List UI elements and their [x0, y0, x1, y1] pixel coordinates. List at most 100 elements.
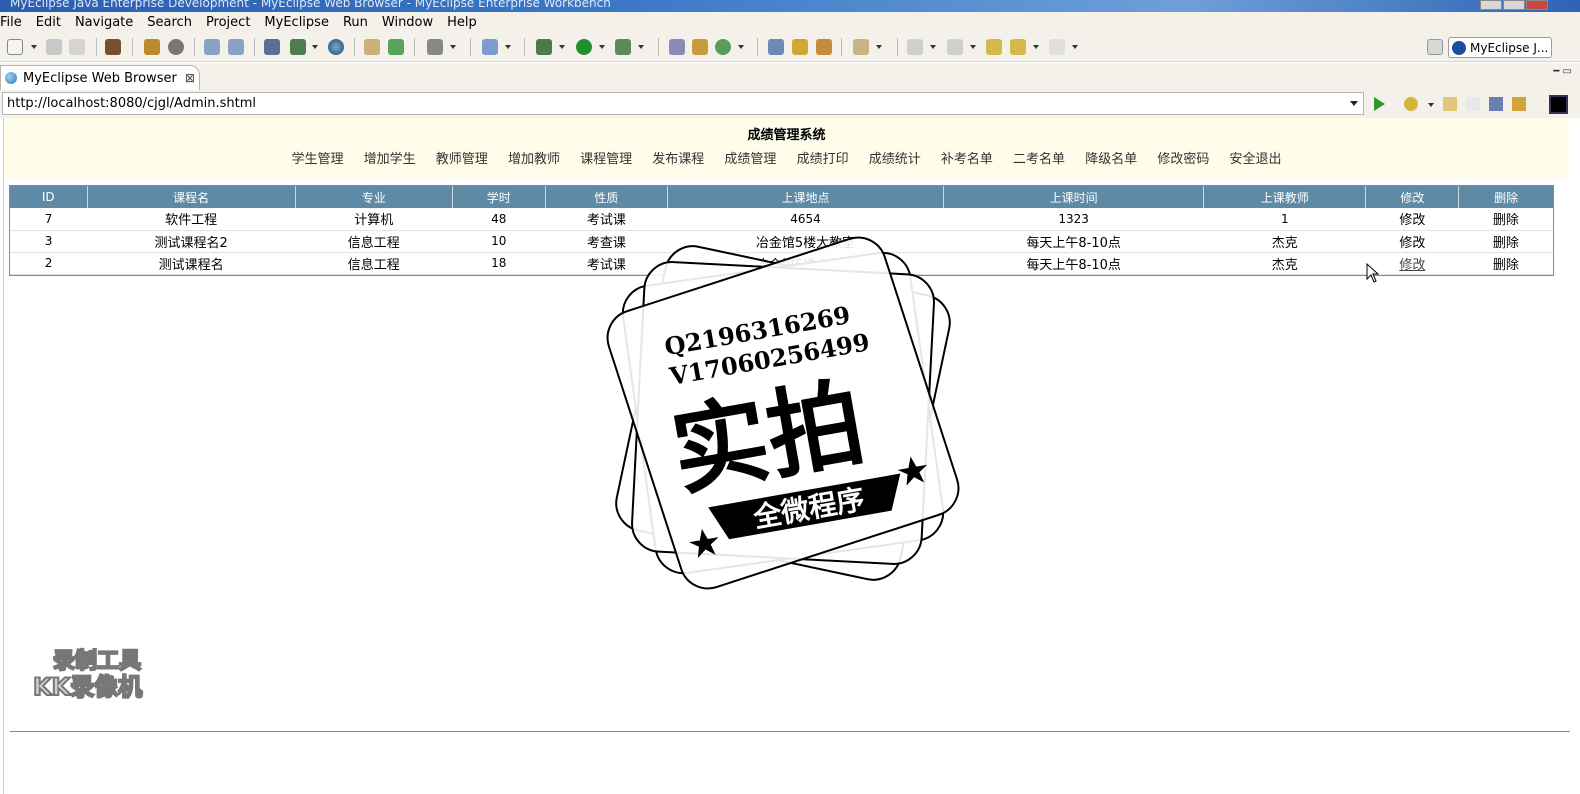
menu-search[interactable]: Search — [140, 15, 199, 30]
toolbar-separator — [470, 38, 471, 56]
nav-makeup-list[interactable]: 补考名单 — [941, 152, 993, 167]
next-annotation-dropdown-icon[interactable] — [930, 45, 936, 49]
server-icon[interactable] — [168, 39, 184, 55]
nav-course-manage[interactable]: 课程管理 — [580, 152, 632, 167]
camera-icon[interactable] — [427, 39, 443, 55]
browser-back-icon[interactable] — [1443, 97, 1457, 111]
prev-annotation-icon[interactable] — [947, 39, 963, 55]
maximize-button[interactable] — [1503, 0, 1525, 10]
nav-publish-course[interactable]: 发布课程 — [652, 152, 704, 167]
favorites-dropdown-icon[interactable] — [1428, 103, 1434, 107]
new-package-icon[interactable] — [692, 39, 708, 55]
globe-icon[interactable] — [328, 39, 344, 55]
col-header-place: 上课地点 — [667, 186, 945, 208]
nav-logout[interactable]: 安全退出 — [1230, 152, 1282, 167]
new-file-icon[interactable] — [7, 39, 23, 55]
add-folder-icon[interactable] — [388, 39, 404, 55]
col-header-major: 专业 — [295, 186, 453, 208]
forward-dropdown-icon[interactable] — [1072, 45, 1078, 49]
menu-window[interactable]: Window — [375, 15, 440, 30]
nav-student-manage[interactable]: 学生管理 — [291, 152, 343, 167]
rocket-icon[interactable] — [792, 39, 808, 55]
toolbar-separator — [414, 38, 415, 56]
package-icon[interactable] — [105, 39, 121, 55]
menu-file[interactable]: File — [0, 15, 29, 30]
menu-run[interactable]: Run — [336, 15, 375, 30]
nav-add-student[interactable]: 增加学生 — [364, 152, 416, 167]
deploy-icon[interactable] — [264, 39, 280, 55]
new-wizard-dropdown-icon[interactable] — [738, 45, 744, 49]
last-edit-icon[interactable] — [986, 39, 1002, 55]
go-icon[interactable] — [1374, 97, 1385, 111]
nav-second-exam-list[interactable]: 二考名单 — [1013, 152, 1065, 167]
close-tab-icon[interactable]: ⊠ — [185, 71, 195, 85]
forward-icon[interactable] — [1049, 39, 1065, 55]
run-dropdown-icon[interactable] — [599, 45, 605, 49]
menu-project[interactable]: Project — [199, 15, 257, 30]
new-project-dropdown-icon[interactable] — [505, 45, 511, 49]
menu-navigate[interactable]: Navigate — [68, 15, 140, 30]
delete-link[interactable]: 删除 — [1458, 252, 1553, 275]
debug-dropdown-icon[interactable] — [559, 45, 565, 49]
view-controls[interactable]: ━ ▭ — [1553, 66, 1572, 77]
back-dropdown-icon[interactable] — [1033, 45, 1039, 49]
run-icon[interactable] — [576, 39, 592, 55]
menu-myeclipse[interactable]: MyEclipse — [257, 15, 336, 30]
nav-score-print[interactable]: 成绩打印 — [797, 152, 849, 167]
view-menu-icon[interactable] — [1549, 95, 1568, 114]
open-perspective-icon[interactable] — [1427, 39, 1443, 55]
nav-change-password[interactable]: 修改密码 — [1157, 152, 1209, 167]
new-project-icon[interactable] — [482, 39, 498, 55]
external-tools-dropdown-icon[interactable] — [638, 45, 644, 49]
launch-dropdown-icon[interactable] — [312, 45, 318, 49]
new-wizard-icon[interactable] — [715, 39, 731, 55]
search-folder-dropdown-icon[interactable] — [876, 45, 882, 49]
url-history-dropdown-icon[interactable] — [1350, 101, 1358, 106]
toolbar-separator — [658, 38, 659, 56]
myeclipse-logo-icon — [1452, 40, 1466, 55]
perspective-switcher[interactable]: MyEclipse J... — [1448, 37, 1552, 58]
new-class-icon[interactable] — [669, 39, 685, 55]
edit-link[interactable]: 修改 — [1365, 208, 1459, 231]
back-icon[interactable] — [1010, 39, 1026, 55]
debug-icon[interactable] — [536, 39, 552, 55]
nav-teacher-manage[interactable]: 教师管理 — [436, 152, 488, 167]
edit-link[interactable]: 修改 — [1365, 230, 1459, 253]
open-folder-icon[interactable] — [364, 39, 380, 55]
browser-stop-icon[interactable] — [1489, 97, 1503, 111]
nav-score-manage[interactable]: 成绩管理 — [724, 152, 776, 167]
prev-annotation-dropdown-icon[interactable] — [970, 45, 976, 49]
next-annotation-icon[interactable] — [907, 39, 923, 55]
menu-edit[interactable]: Edit — [29, 15, 68, 30]
close-window-button[interactable] — [1526, 0, 1548, 10]
favorites-icon[interactable] — [1404, 97, 1418, 111]
open-task-icon[interactable] — [816, 39, 832, 55]
search-doc-icon[interactable] — [228, 39, 244, 55]
url-input[interactable]: http://localhost:8080/cjgl/Admin.shtml — [2, 92, 1364, 115]
minimize-button[interactable] — [1480, 0, 1502, 10]
delete-link[interactable]: 删除 — [1458, 230, 1553, 253]
col-header-id: ID — [10, 186, 88, 208]
col-header-time: 上课时间 — [943, 186, 1205, 208]
bug-icon[interactable] — [144, 39, 160, 55]
delete-link[interactable]: 删除 — [1458, 208, 1553, 231]
search-folder-icon[interactable] — [853, 39, 869, 55]
tab-web-browser[interactable]: MyEclipse Web Browser ⊠ — [0, 65, 200, 90]
nav-add-teacher[interactable]: 增加教师 — [508, 152, 560, 167]
new-dropdown-icon[interactable] — [31, 45, 37, 49]
browser-forward-icon[interactable] — [1466, 97, 1480, 111]
edit-icon[interactable] — [204, 39, 220, 55]
nav-demotion-list[interactable]: 降级名单 — [1085, 152, 1137, 167]
menu-help[interactable]: Help — [440, 15, 484, 30]
camera-dropdown-icon[interactable] — [450, 45, 456, 49]
nav-score-stats[interactable]: 成绩统计 — [869, 152, 921, 167]
browser-refresh-icon[interactable] — [1512, 97, 1526, 111]
print-icon[interactable] — [69, 39, 85, 55]
open-type-icon[interactable] — [768, 39, 784, 55]
save-icon[interactable] — [46, 39, 62, 55]
main-toolbar: MyEclipse J... — [0, 33, 1580, 62]
watermark-line2: KK录像机 — [32, 673, 143, 702]
external-tools-icon[interactable] — [615, 39, 631, 55]
launch-icon[interactable] — [290, 39, 306, 55]
perspective-label: MyEclipse J... — [1470, 40, 1549, 55]
